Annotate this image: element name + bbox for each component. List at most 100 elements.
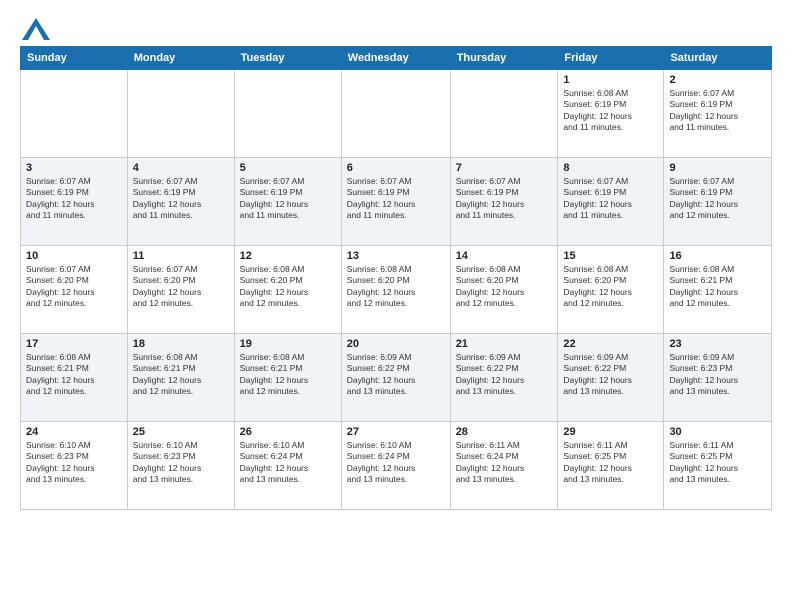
day-info: Sunrise: 6:08 AM Sunset: 6:20 PM Dayligh…	[240, 264, 336, 310]
day-number: 5	[240, 162, 336, 174]
day-info: Sunrise: 6:08 AM Sunset: 6:19 PM Dayligh…	[563, 88, 658, 134]
calendar-cell: 1 Sunrise: 6:08 AM Sunset: 6:19 PM Daylig…	[558, 70, 664, 158]
calendar-cell: 18 Sunrise: 6:08 AM Sunset: 6:21 PM Dayli…	[127, 334, 234, 422]
day-number: 3	[26, 162, 122, 174]
weekday-wednesday: Wednesday	[341, 47, 450, 70]
week-row-2: 3 Sunrise: 6:07 AM Sunset: 6:19 PM Daylig…	[21, 158, 772, 246]
day-number: 16	[669, 250, 766, 262]
day-info: Sunrise: 6:09 AM Sunset: 6:22 PM Dayligh…	[347, 352, 445, 398]
day-number: 4	[133, 162, 229, 174]
day-info: Sunrise: 6:07 AM Sunset: 6:19 PM Dayligh…	[240, 176, 336, 222]
day-info: Sunrise: 6:07 AM Sunset: 6:19 PM Dayligh…	[669, 176, 766, 222]
day-info: Sunrise: 6:08 AM Sunset: 6:21 PM Dayligh…	[133, 352, 229, 398]
calendar-cell: 17 Sunrise: 6:08 AM Sunset: 6:21 PM Dayli…	[21, 334, 128, 422]
day-number: 11	[133, 250, 229, 262]
calendar-cell	[234, 70, 341, 158]
calendar-cell: 11 Sunrise: 6:07 AM Sunset: 6:20 PM Dayli…	[127, 246, 234, 334]
day-info: Sunrise: 6:11 AM Sunset: 6:25 PM Dayligh…	[563, 440, 658, 486]
calendar-cell: 23Sunrise: 6:09 AM Sunset: 6:23 PM Dayli…	[664, 334, 772, 422]
calendar-cell: 21 Sunrise: 6:09 AM Sunset: 6:22 PM Dayli…	[450, 334, 558, 422]
header	[20, 18, 772, 36]
day-number: 26	[240, 426, 336, 438]
day-number: 8	[563, 162, 658, 174]
weekday-tuesday: Tuesday	[234, 47, 341, 70]
day-number: 19	[240, 338, 336, 350]
calendar-cell: 20 Sunrise: 6:09 AM Sunset: 6:22 PM Dayli…	[341, 334, 450, 422]
day-info: Sunrise: 6:10 AM Sunset: 6:23 PM Dayligh…	[26, 440, 122, 486]
weekday-sunday: Sunday	[21, 47, 128, 70]
calendar-cell: 9 Sunrise: 6:07 AM Sunset: 6:19 PM Daylig…	[664, 158, 772, 246]
calendar-cell: 6 Sunrise: 6:07 AM Sunset: 6:19 PM Daylig…	[341, 158, 450, 246]
day-info: Sunrise: 6:10 AM Sunset: 6:23 PM Dayligh…	[133, 440, 229, 486]
calendar-cell: 16 Sunrise: 6:08 AM Sunset: 6:21 PM Dayli…	[664, 246, 772, 334]
calendar-cell: 14 Sunrise: 6:08 AM Sunset: 6:20 PM Dayli…	[450, 246, 558, 334]
calendar: SundayMondayTuesdayWednesdayThursdayFrid…	[20, 46, 772, 510]
calendar-cell: 3 Sunrise: 6:07 AM Sunset: 6:19 PM Daylig…	[21, 158, 128, 246]
week-row-3: 10 Sunrise: 6:07 AM Sunset: 6:20 PM Dayli…	[21, 246, 772, 334]
calendar-cell: 10 Sunrise: 6:07 AM Sunset: 6:20 PM Dayli…	[21, 246, 128, 334]
day-number: 7	[456, 162, 553, 174]
weekday-thursday: Thursday	[450, 47, 558, 70]
calendar-cell: 27 Sunrise: 6:10 AM Sunset: 6:24 PM Dayli…	[341, 422, 450, 510]
day-info: Sunrise: 6:07 AM Sunset: 6:19 PM Dayligh…	[26, 176, 122, 222]
week-row-1: 1 Sunrise: 6:08 AM Sunset: 6:19 PM Daylig…	[21, 70, 772, 158]
day-info: Sunrise: 6:09 AM Sunset: 6:22 PM Dayligh…	[456, 352, 553, 398]
day-info: Sunrise: 6:09 AM Sunset: 6:22 PM Dayligh…	[563, 352, 658, 398]
weekday-header-row: SundayMondayTuesdayWednesdayThursdayFrid…	[21, 47, 772, 70]
calendar-cell: 24 Sunrise: 6:10 AM Sunset: 6:23 PM Dayli…	[21, 422, 128, 510]
day-number: 2	[669, 74, 766, 86]
calendar-cell	[450, 70, 558, 158]
day-info: Sunrise: 6:07 AM Sunset: 6:20 PM Dayligh…	[133, 264, 229, 310]
day-info: Sunrise: 6:11 AM Sunset: 6:24 PM Dayligh…	[456, 440, 553, 486]
calendar-cell: 13 Sunrise: 6:08 AM Sunset: 6:20 PM Dayli…	[341, 246, 450, 334]
logo-icon	[22, 18, 50, 40]
day-info: Sunrise: 6:07 AM Sunset: 6:19 PM Dayligh…	[669, 88, 766, 134]
day-number: 6	[347, 162, 445, 174]
day-number: 9	[669, 162, 766, 174]
day-number: 22	[563, 338, 658, 350]
calendar-cell: 5 Sunrise: 6:07 AM Sunset: 6:19 PM Daylig…	[234, 158, 341, 246]
day-number: 1	[563, 74, 658, 86]
day-info: Sunrise: 6:07 AM Sunset: 6:20 PM Dayligh…	[26, 264, 122, 310]
day-number: 29	[563, 426, 658, 438]
day-number: 13	[347, 250, 445, 262]
calendar-cell: 22 Sunrise: 6:09 AM Sunset: 6:22 PM Dayli…	[558, 334, 664, 422]
day-info: Sunrise: 6:08 AM Sunset: 6:21 PM Dayligh…	[669, 264, 766, 310]
day-number: 28	[456, 426, 553, 438]
calendar-cell	[341, 70, 450, 158]
day-number: 18	[133, 338, 229, 350]
weekday-friday: Friday	[558, 47, 664, 70]
day-info: Sunrise: 6:07 AM Sunset: 6:19 PM Dayligh…	[347, 176, 445, 222]
day-info: Sunrise: 6:09 AM Sunset: 6:23 PM Dayligh…	[669, 352, 766, 398]
day-number: 14	[456, 250, 553, 262]
logo-text	[20, 18, 50, 40]
day-number: 27	[347, 426, 445, 438]
calendar-cell: 4Sunrise: 6:07 AM Sunset: 6:19 PM Daylig…	[127, 158, 234, 246]
calendar-cell: 2 Sunrise: 6:07 AM Sunset: 6:19 PM Daylig…	[664, 70, 772, 158]
day-info: Sunrise: 6:08 AM Sunset: 6:21 PM Dayligh…	[26, 352, 122, 398]
day-info: Sunrise: 6:10 AM Sunset: 6:24 PM Dayligh…	[240, 440, 336, 486]
day-info: Sunrise: 6:08 AM Sunset: 6:20 PM Dayligh…	[456, 264, 553, 310]
day-info: Sunrise: 6:08 AM Sunset: 6:20 PM Dayligh…	[347, 264, 445, 310]
calendar-cell: 30Sunrise: 6:11 AM Sunset: 6:25 PM Dayli…	[664, 422, 772, 510]
day-number: 15	[563, 250, 658, 262]
weekday-saturday: Saturday	[664, 47, 772, 70]
day-info: Sunrise: 6:07 AM Sunset: 6:19 PM Dayligh…	[563, 176, 658, 222]
day-info: Sunrise: 6:07 AM Sunset: 6:19 PM Dayligh…	[456, 176, 553, 222]
calendar-cell: 25 Sunrise: 6:10 AM Sunset: 6:23 PM Dayli…	[127, 422, 234, 510]
day-number: 24	[26, 426, 122, 438]
calendar-cell	[21, 70, 128, 158]
calendar-cell: 15Sunrise: 6:08 AM Sunset: 6:20 PM Dayli…	[558, 246, 664, 334]
day-number: 25	[133, 426, 229, 438]
day-number: 17	[26, 338, 122, 350]
day-number: 21	[456, 338, 553, 350]
logo	[20, 18, 50, 36]
calendar-cell: 19Sunrise: 6:08 AM Sunset: 6:21 PM Dayli…	[234, 334, 341, 422]
page: SundayMondayTuesdayWednesdayThursdayFrid…	[0, 0, 792, 520]
day-number: 20	[347, 338, 445, 350]
day-info: Sunrise: 6:10 AM Sunset: 6:24 PM Dayligh…	[347, 440, 445, 486]
day-number: 10	[26, 250, 122, 262]
weekday-monday: Monday	[127, 47, 234, 70]
calendar-cell: 12Sunrise: 6:08 AM Sunset: 6:20 PM Dayli…	[234, 246, 341, 334]
calendar-cell: 8 Sunrise: 6:07 AM Sunset: 6:19 PM Daylig…	[558, 158, 664, 246]
